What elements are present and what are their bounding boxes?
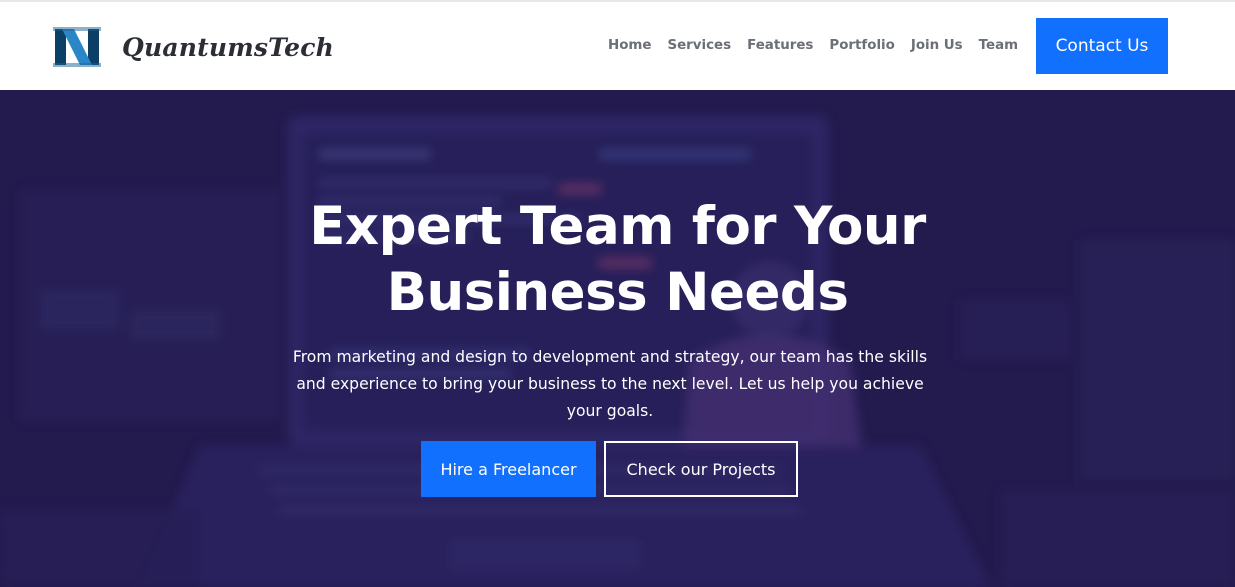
nav-link-join-us[interactable]: Join Us [903, 35, 971, 57]
hero-title-line-1: Expert Team for Your [309, 196, 926, 257]
hero-title-line-2: Business Needs [386, 262, 849, 323]
nav-link-portfolio[interactable]: Portfolio [821, 35, 902, 57]
main-navigation: Home Services Features Portfolio Join Us… [600, 35, 1026, 57]
nav-link-team[interactable]: Team [971, 35, 1026, 57]
n-monogram-logo-icon [53, 27, 101, 67]
hero-description: From marketing and design to development… [292, 348, 928, 420]
hero-section: Expert Team for Your Business Needs From… [0, 90, 1235, 587]
hire-freelancer-button[interactable]: Hire a Freelancer [421, 441, 596, 497]
check-projects-button[interactable]: Check our Projects [604, 441, 798, 497]
nav-link-services[interactable]: Services [659, 35, 739, 57]
site-header: QuantumsTech Home Services Features Port… [0, 2, 1235, 90]
brand-logo-link[interactable]: QuantumsTech [52, 26, 334, 68]
nav-link-features[interactable]: Features [739, 35, 821, 57]
hero-title: Expert Team for Your Business Needs [200, 194, 1035, 326]
brand-name: QuantumsTech [122, 32, 335, 62]
nav-link-home[interactable]: Home [600, 35, 659, 57]
hero-overlay [0, 90, 1235, 587]
contact-us-button[interactable]: Contact Us [1036, 18, 1168, 74]
